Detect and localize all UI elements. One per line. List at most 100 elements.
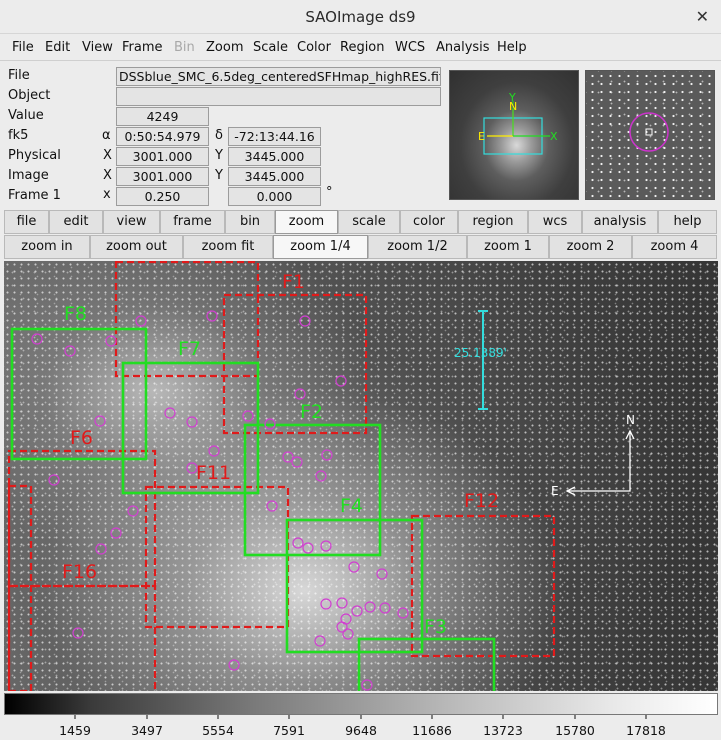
btn-zoom-quarter[interactable]: zoom 1/4 [273, 235, 368, 259]
btn-zoom-out[interactable]: zoom out [90, 235, 183, 259]
cluster-marker[interactable] [376, 568, 388, 580]
cluster-marker[interactable] [336, 597, 348, 609]
btn-wcs[interactable]: wcs [528, 210, 582, 234]
cluster-marker[interactable] [351, 605, 363, 617]
btn-region[interactable]: region [458, 210, 528, 234]
cluster-marker[interactable] [342, 628, 354, 640]
cluster-marker[interactable] [299, 315, 311, 327]
menu-wcs[interactable]: WCS [395, 40, 425, 55]
colorbar-tick-label: 11686 [412, 723, 452, 738]
region-f3-box[interactable] [357, 637, 496, 691]
btn-zoom-2[interactable]: zoom 2 [549, 235, 632, 259]
cluster-marker[interactable] [48, 474, 60, 486]
cluster-marker[interactable] [302, 542, 314, 554]
menu-scale[interactable]: Scale [253, 40, 288, 55]
pixel-value: 4249 [116, 107, 209, 126]
btn-help[interactable]: help [658, 210, 717, 234]
colorbar-tick-label: 3497 [131, 723, 163, 738]
btn-zoom-4[interactable]: zoom 4 [632, 235, 717, 259]
cluster-marker[interactable] [361, 679, 373, 691]
alpha-label: α [102, 128, 111, 143]
physical-y-label: Y [215, 148, 223, 163]
cluster-marker[interactable] [135, 315, 147, 327]
region-f4-box[interactable] [285, 518, 424, 654]
cluster-marker[interactable] [292, 537, 304, 549]
panner-x-label: X [550, 130, 558, 143]
cluster-marker[interactable] [320, 540, 332, 552]
colorbar[interactable] [4, 693, 718, 715]
cluster-marker[interactable] [379, 602, 391, 614]
colorbar-tick-label: 13723 [483, 723, 523, 738]
cluster-marker[interactable] [206, 310, 218, 322]
cluster-marker[interactable] [282, 451, 294, 463]
btn-bin[interactable]: bin [225, 210, 275, 234]
cluster-marker[interactable] [31, 333, 43, 345]
close-icon[interactable]: ✕ [696, 7, 709, 26]
btn-zoom-half[interactable]: zoom 1/2 [368, 235, 467, 259]
cluster-marker[interactable] [94, 415, 106, 427]
region-left-edge-box[interactable] [7, 484, 33, 691]
cluster-marker[interactable] [208, 445, 220, 457]
image-label: Image [8, 168, 49, 183]
cluster-marker[interactable] [64, 345, 76, 357]
cluster-marker[interactable] [320, 598, 332, 610]
cluster-marker[interactable] [291, 456, 303, 468]
colorbar-tick-label: 7591 [273, 723, 305, 738]
menu-help[interactable]: Help [497, 40, 527, 55]
btn-file[interactable]: file [4, 210, 49, 234]
menu-zoom[interactable]: Zoom [206, 40, 243, 55]
menu-frame[interactable]: Frame [122, 40, 163, 55]
cluster-marker[interactable] [294, 388, 306, 400]
menu-analysis[interactable]: Analysis [436, 40, 490, 55]
cluster-marker[interactable] [186, 416, 198, 428]
frame-x-label: x [103, 187, 111, 202]
btn-color[interactable]: color [400, 210, 458, 234]
compass-arrows [567, 431, 631, 492]
cluster-marker[interactable] [127, 505, 139, 517]
panner-view[interactable]: N E X Y [449, 70, 579, 200]
region-f11-box[interactable] [144, 485, 290, 629]
image-canvas[interactable]: F1 F8 F7 F6 F2 F11 F4 F12 F16 F3 25.1389… [4, 261, 718, 691]
btn-edit[interactable]: edit [49, 210, 103, 234]
cluster-marker[interactable] [105, 335, 117, 347]
region-label-f7: F7 [178, 338, 201, 360]
cluster-marker[interactable] [315, 470, 327, 482]
btn-zoom-fit[interactable]: zoom fit [183, 235, 273, 259]
cluster-marker[interactable] [397, 607, 409, 619]
cluster-marker[interactable] [364, 601, 376, 613]
region-f7-box[interactable] [121, 361, 260, 495]
physical-x-value: 3001.000 [116, 147, 209, 166]
cluster-marker[interactable] [321, 449, 333, 461]
cluster-marker[interactable] [266, 500, 278, 512]
cluster-marker[interactable] [228, 659, 240, 671]
region-label-f1: F1 [282, 271, 305, 293]
region-label-f12: F12 [464, 490, 499, 512]
menu-color[interactable]: Color [297, 40, 331, 55]
window-title: SAOImage ds9 [305, 8, 416, 26]
btn-zoom-1[interactable]: zoom 1 [467, 235, 549, 259]
menu-edit[interactable]: Edit [45, 40, 70, 55]
btn-analysis[interactable]: analysis [582, 210, 658, 234]
btn-zoom-in[interactable]: zoom in [4, 235, 90, 259]
menu-region[interactable]: Region [340, 40, 385, 55]
cluster-marker[interactable] [335, 375, 347, 387]
cluster-marker[interactable] [348, 561, 360, 573]
menu-view[interactable]: View [82, 40, 113, 55]
btn-zoom[interactable]: zoom [275, 210, 338, 234]
cluster-marker[interactable] [314, 635, 326, 647]
region-f2-box[interactable] [243, 423, 382, 557]
cluster-marker[interactable] [72, 627, 84, 639]
cluster-marker[interactable] [336, 621, 348, 633]
btn-view[interactable]: view [103, 210, 160, 234]
menu-file[interactable]: File [12, 40, 34, 55]
file-label: File [8, 68, 30, 83]
btn-frame[interactable]: frame [160, 210, 225, 234]
cluster-marker[interactable] [110, 527, 122, 539]
cluster-marker[interactable] [164, 407, 176, 419]
value-label: Value [8, 108, 44, 123]
cluster-marker[interactable] [95, 543, 107, 555]
wcs-label: fk5 [8, 128, 29, 143]
cluster-marker[interactable] [242, 410, 254, 422]
btn-scale[interactable]: scale [338, 210, 400, 234]
object-value [116, 87, 441, 106]
